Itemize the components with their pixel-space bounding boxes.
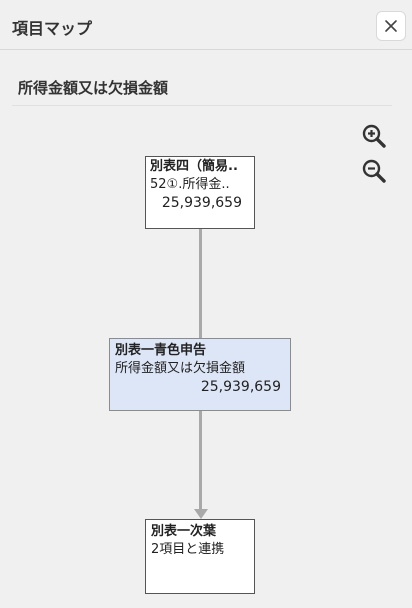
node-title: 別表四（簡易..	[150, 159, 238, 174]
section-title: 所得金額又は欠損金額	[18, 79, 169, 97]
node-value: 25,939,659	[161, 195, 242, 211]
node-value: 25,939,659	[200, 379, 281, 395]
panel-header: 項目マップ	[0, 0, 412, 50]
zoom-out-button[interactable]	[356, 154, 392, 188]
node-title: 別表一青色申告	[115, 343, 207, 358]
close-button[interactable]	[376, 11, 406, 41]
connector-line	[199, 411, 202, 511]
zoom-out-icon	[362, 159, 386, 183]
panel-title: 項目マップ	[12, 19, 93, 38]
item-map-panel: 項目マップ 所得金額又は欠損金額 別表四（簡易.. 52①.所得金.. 25,9…	[0, 0, 412, 608]
map-node-beppyo1-next[interactable]: 別表一次葉 2項目と連携	[145, 519, 255, 594]
node-subtitle: 52①.所得金..	[150, 177, 230, 192]
section-divider	[12, 105, 392, 106]
close-icon	[385, 20, 397, 32]
node-subtitle: 所得金額又は欠損金額	[115, 361, 246, 376]
map-node-beppyo4[interactable]: 別表四（簡易.. 52①.所得金.. 25,939,659	[145, 156, 255, 229]
zoom-in-icon	[362, 124, 386, 148]
map-node-beppyo1-current[interactable]: 別表一青色申告 所得金額又は欠損金額 25,939,659	[109, 338, 291, 411]
node-subtitle: 2項目と連携	[151, 542, 225, 557]
arrow-down-icon	[193, 509, 208, 519]
zoom-in-button[interactable]	[356, 119, 392, 153]
node-title: 別表一次葉	[151, 524, 217, 539]
connector-line	[199, 229, 202, 338]
